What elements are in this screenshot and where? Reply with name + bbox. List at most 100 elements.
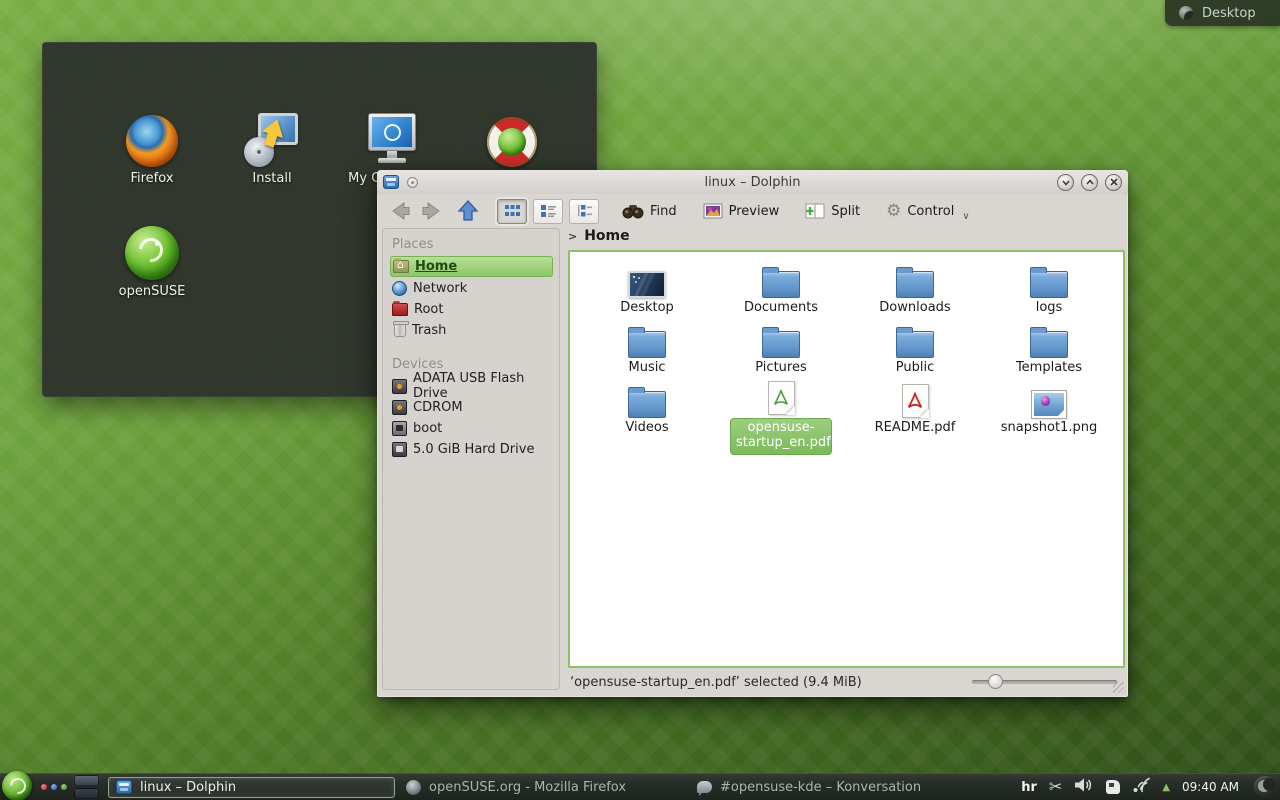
- desktop-toolbox-label: Desktop: [1202, 6, 1256, 21]
- file-item-music[interactable]: Music: [580, 316, 714, 376]
- find-button[interactable]: Find: [619, 201, 680, 221]
- volume-icon[interactable]: [1074, 777, 1094, 797]
- sidebar-item-usb-drive[interactable]: ADATA USB Flash Drive: [390, 376, 559, 396]
- breadcrumb: > Home: [568, 228, 630, 244]
- file-item-logs[interactable]: logs: [982, 256, 1116, 316]
- devices-header: Devices: [392, 357, 559, 372]
- desktop-toolbox[interactable]: Desktop: [1165, 0, 1280, 26]
- resize-grip[interactable]: [1113, 682, 1124, 693]
- task-dolphin[interactable]: linux – Dolphin: [108, 777, 395, 798]
- green-dot-icon: [61, 784, 67, 790]
- folder-icon: [762, 271, 800, 298]
- split-label: Split: [831, 204, 860, 219]
- up-button[interactable]: [455, 199, 481, 223]
- file-item-documents[interactable]: Documents: [714, 256, 848, 316]
- icons-view-button[interactable]: [497, 199, 527, 224]
- folder-icon: [628, 391, 666, 418]
- control-label: Control: [907, 204, 954, 219]
- file-item-templates[interactable]: Templates: [982, 316, 1116, 376]
- file-item-videos[interactable]: Videos: [580, 376, 714, 436]
- file-item-desktop[interactable]: Desktop: [580, 256, 714, 316]
- titlebar[interactable]: linux – Dolphin: [377, 170, 1128, 194]
- network-icon[interactable]: [1132, 777, 1150, 797]
- binoculars-icon: [622, 203, 644, 219]
- folder-icon: [896, 271, 934, 298]
- keyboard-layout-indicator[interactable]: hr: [1021, 780, 1037, 795]
- minimize-button[interactable]: [1057, 174, 1074, 191]
- file-item-opensuse-startup-pdf[interactable]: opensuse-startup_en.pdf: [714, 376, 848, 436]
- chevron-down-icon: ∨: [962, 211, 969, 222]
- opensuse-geeko-icon: [125, 226, 179, 280]
- folder-icon: [1030, 271, 1068, 298]
- forward-button[interactable]: [419, 199, 445, 223]
- system-tray: hr ✂ ▲ 09:40 AM: [1021, 776, 1280, 798]
- device-notifier-icon[interactable]: [1106, 780, 1120, 794]
- zoom-slider[interactable]: [972, 680, 1117, 684]
- back-button[interactable]: [387, 199, 413, 223]
- places-panel: Places Home Network Root Trash Devices: [382, 228, 560, 690]
- home-folder-icon: [393, 260, 409, 273]
- activity-dots: [41, 784, 67, 790]
- close-button[interactable]: [1105, 174, 1122, 191]
- root-folder-icon: [392, 303, 408, 316]
- sidebar-item-root[interactable]: Root: [390, 299, 559, 319]
- dolphin-app-icon: [116, 780, 132, 794]
- compact-view-button[interactable]: [533, 199, 563, 224]
- sidebar-item-network[interactable]: Network: [390, 278, 559, 298]
- find-label: Find: [650, 204, 677, 219]
- clock[interactable]: 09:40 AM: [1182, 780, 1239, 794]
- application-launcher-button[interactable]: [2, 771, 32, 800]
- file-item-pictures[interactable]: Pictures: [714, 316, 848, 376]
- firefox-icon: [126, 115, 178, 167]
- zoom-slider-handle[interactable]: [988, 674, 1003, 689]
- window-title: linux – Dolphin: [377, 175, 1128, 190]
- trash-icon: [394, 323, 406, 337]
- task-firefox[interactable]: openSUSE.org - Mozilla Firefox: [399, 777, 686, 798]
- file-item-snapshot-png[interactable]: snapshot1.png: [982, 376, 1116, 436]
- desktop-shortcut-opensuse[interactable]: openSUSE: [92, 220, 212, 299]
- status-text: ‘opensuse-startup_en.pdf’ selected (9.4 …: [570, 675, 862, 690]
- file-item-public[interactable]: Public: [848, 316, 982, 376]
- taskbar: linux – Dolphin openSUSE.org - Mozilla F…: [0, 773, 1280, 800]
- my-computer-icon: [366, 113, 418, 167]
- control-button[interactable]: ⚙ Control ∨: [883, 199, 973, 224]
- desktop-shortcut-install[interactable]: Install: [212, 107, 332, 186]
- tray-expander-icon[interactable]: ▲: [1162, 782, 1170, 793]
- image-thumbnail-icon: [1032, 391, 1066, 418]
- file-view[interactable]: Desktop Documents Downloads logs Music: [568, 250, 1125, 668]
- desktop-pager[interactable]: [74, 775, 99, 799]
- shortcut-label: Firefox: [92, 171, 212, 186]
- main-toolbar: Find Preview Split: [377, 194, 1128, 228]
- file-item-downloads[interactable]: Downloads: [848, 256, 982, 316]
- pdf-file-icon-red: [902, 384, 929, 418]
- dolphin-window: linux – Dolphin: [377, 170, 1128, 697]
- folder-icon: [762, 331, 800, 358]
- maximize-button[interactable]: [1081, 174, 1098, 191]
- install-cd-icon: [244, 113, 300, 167]
- red-dot-icon: [41, 784, 47, 790]
- panel-cashew-icon[interactable]: [1254, 776, 1276, 798]
- preview-image-icon: [703, 203, 723, 219]
- pager-desktop-1[interactable]: [74, 775, 99, 786]
- split-button[interactable]: Split: [802, 201, 863, 221]
- file-item-readme-pdf[interactable]: README.pdf: [848, 376, 982, 436]
- sidebar-item-hard-drive[interactable]: 5.0 GiB Hard Drive: [390, 439, 559, 459]
- pager-desktop-2[interactable]: [74, 788, 99, 799]
- shortcut-label: Install: [212, 171, 332, 186]
- task-konversation[interactable]: #opensuse-kde – Konversation: [690, 777, 977, 798]
- network-globe-icon: [392, 281, 407, 296]
- lifesaver-help-icon: [487, 117, 537, 167]
- details-view-button[interactable]: [569, 199, 599, 224]
- sidebar-item-boot[interactable]: boot: [390, 418, 559, 438]
- sidebar-item-home[interactable]: Home: [390, 256, 553, 277]
- pdf-file-icon-green: [768, 381, 795, 415]
- desktop-shortcut-firefox[interactable]: Firefox: [92, 107, 212, 186]
- sidebar-item-trash[interactable]: Trash: [390, 320, 559, 340]
- preview-button[interactable]: Preview: [700, 201, 783, 221]
- breadcrumb-home[interactable]: Home: [584, 228, 629, 244]
- breadcrumb-caret-icon: >: [568, 230, 577, 243]
- preview-label: Preview: [729, 204, 780, 219]
- klipper-scissors-icon[interactable]: ✂: [1049, 779, 1062, 795]
- status-bar: ‘opensuse-startup_en.pdf’ selected (9.4 …: [568, 670, 1125, 694]
- blue-dot-icon: [51, 784, 57, 790]
